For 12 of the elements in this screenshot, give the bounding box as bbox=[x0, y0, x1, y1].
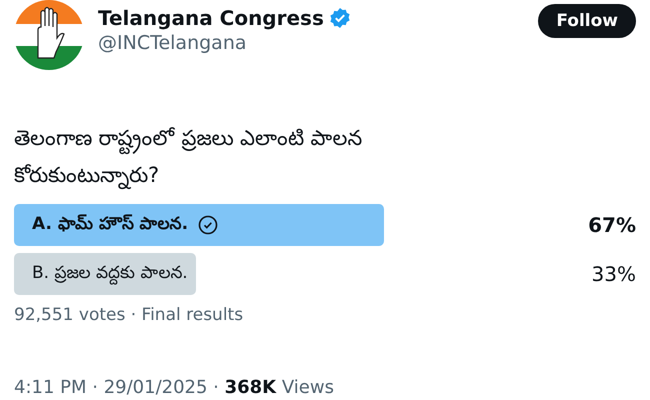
poll-summary: 92,551 votes · Final results bbox=[14, 305, 244, 325]
follow-button[interactable]: Follow bbox=[538, 4, 636, 38]
post-metadata: 4:11 PM · 29/01/2025 · 368K Views bbox=[14, 377, 335, 398]
logo-icon bbox=[14, 0, 84, 70]
option-label: B. ప్రజల వద్దకు పాలన. bbox=[32, 262, 188, 286]
option-percent: 67% bbox=[587, 213, 636, 237]
poll-question: తెలంగాణ రాష్ట్రంలో ప్రజలు ఎలాంటి పాలన కోరుకుంటున్నారు? bbox=[14, 120, 484, 194]
account-name[interactable]: Telangana Congress bbox=[98, 6, 324, 30]
option-label: A. ఫామ్ హౌస్ పాలన. bbox=[32, 214, 188, 236]
option-percent: 33% bbox=[590, 262, 636, 286]
check-circle-icon bbox=[198, 215, 218, 235]
account-handle[interactable]: @INCTelangana bbox=[98, 32, 524, 54]
